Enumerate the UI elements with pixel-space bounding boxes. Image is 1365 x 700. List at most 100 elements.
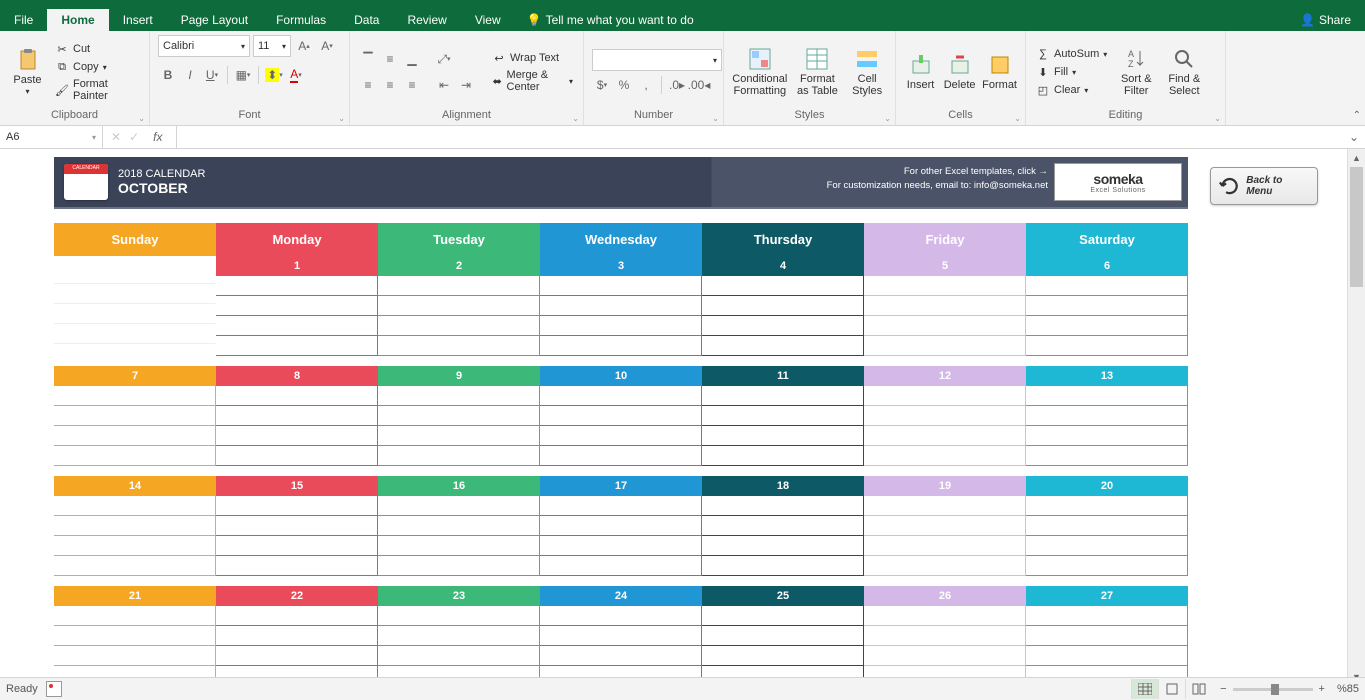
day-cell[interactable]: 4 <box>702 256 864 356</box>
macro-record-icon[interactable] <box>46 681 62 697</box>
align-right-button[interactable]: ≡ <box>402 75 422 95</box>
day-slot[interactable] <box>216 626 378 646</box>
day-slot[interactable] <box>1026 386 1188 406</box>
day-slot[interactable] <box>216 276 378 296</box>
tab-formulas[interactable]: Formulas <box>262 9 340 31</box>
day-slot[interactable] <box>1026 536 1188 556</box>
cut-button[interactable]: ✂Cut <box>53 41 141 57</box>
tab-insert[interactable]: Insert <box>109 9 167 31</box>
day-cell[interactable]: 27 <box>1026 586 1188 685</box>
day-slot[interactable] <box>54 516 216 536</box>
find-select-button[interactable]: Find & Select <box>1163 35 1205 109</box>
back-to-menu-button[interactable]: Back to Menu <box>1210 167 1318 205</box>
day-slot[interactable] <box>54 284 216 304</box>
day-slot[interactable] <box>216 646 378 666</box>
day-cell[interactable]: 2 <box>378 256 540 356</box>
day-slot[interactable] <box>702 336 864 356</box>
day-slot[interactable] <box>54 386 216 406</box>
day-cell[interactable]: 11 <box>702 366 864 466</box>
day-slot[interactable] <box>702 626 864 646</box>
day-cell[interactable]: 5 <box>864 256 1026 356</box>
day-slot[interactable] <box>540 386 702 406</box>
day-cell[interactable]: 24 <box>540 586 702 685</box>
day-cell[interactable]: 1 <box>216 256 378 356</box>
day-slot[interactable] <box>540 296 702 316</box>
conditional-formatting-button[interactable]: Conditional Formatting <box>732 35 788 109</box>
expand-formula-bar-button[interactable]: ⌄ <box>1343 130 1365 144</box>
day-slot[interactable] <box>216 536 378 556</box>
wrap-text-button[interactable]: ↩Wrap Text <box>490 50 575 66</box>
day-slot[interactable] <box>216 446 378 466</box>
day-cell[interactable]: 8 <box>216 366 378 466</box>
day-slot[interactable] <box>864 336 1026 356</box>
comma-button[interactable]: , <box>636 75 656 95</box>
tab-data[interactable]: Data <box>340 9 393 31</box>
day-slot[interactable] <box>378 556 540 576</box>
number-format-combo[interactable]: ▾ <box>592 49 722 71</box>
day-slot[interactable] <box>702 606 864 626</box>
percent-button[interactable]: % <box>614 75 634 95</box>
tab-file[interactable]: File <box>0 9 47 31</box>
decrease-indent-button[interactable]: ⇤ <box>434 75 454 95</box>
day-slot[interactable] <box>54 406 216 426</box>
day-slot[interactable] <box>864 646 1026 666</box>
day-slot[interactable] <box>540 406 702 426</box>
day-slot[interactable] <box>378 496 540 516</box>
day-slot[interactable] <box>378 336 540 356</box>
bold-button[interactable]: B <box>158 65 178 85</box>
tab-view[interactable]: View <box>461 9 515 31</box>
day-cell[interactable]: 21 <box>54 586 216 685</box>
day-slot[interactable] <box>864 516 1026 536</box>
day-cell[interactable]: 18 <box>702 476 864 576</box>
day-slot[interactable] <box>216 406 378 426</box>
grow-font-button[interactable]: A▴ <box>294 36 314 56</box>
day-slot[interactable] <box>378 276 540 296</box>
autosum-button[interactable]: ∑AutoSum▾ <box>1034 46 1109 62</box>
day-slot[interactable] <box>540 536 702 556</box>
day-slot[interactable] <box>702 386 864 406</box>
day-slot[interactable] <box>1026 316 1188 336</box>
day-slot[interactable] <box>540 516 702 536</box>
align-middle-button[interactable]: ≡ <box>380 49 400 69</box>
day-slot[interactable] <box>702 536 864 556</box>
clear-button[interactable]: ◰Clear▾ <box>1034 82 1109 98</box>
day-slot[interactable] <box>864 426 1026 446</box>
day-slot[interactable] <box>864 626 1026 646</box>
format-painter-button[interactable]: 🖌Format Painter <box>53 77 141 103</box>
day-slot[interactable] <box>216 316 378 336</box>
cell-styles-button[interactable]: Cell Styles <box>847 35 887 109</box>
day-slot[interactable] <box>216 336 378 356</box>
align-left-button[interactable]: ≡ <box>358 75 378 95</box>
day-slot[interactable] <box>702 296 864 316</box>
day-cell[interactable]: 26 <box>864 586 1026 685</box>
share-button[interactable]: 👤Share <box>1286 9 1365 31</box>
day-cell[interactable]: 15 <box>216 476 378 576</box>
day-slot[interactable] <box>702 556 864 576</box>
day-slot[interactable] <box>1026 296 1188 316</box>
day-cell[interactable]: 12 <box>864 366 1026 466</box>
fx-button[interactable]: fx <box>147 130 168 144</box>
day-slot[interactable] <box>378 626 540 646</box>
day-slot[interactable] <box>1026 336 1188 356</box>
day-slot[interactable] <box>54 496 216 516</box>
day-slot[interactable] <box>702 496 864 516</box>
day-slot[interactable] <box>54 446 216 466</box>
day-cell[interactable]: 25 <box>702 586 864 685</box>
day-slot[interactable] <box>1026 406 1188 426</box>
day-cell[interactable]: 13 <box>1026 366 1188 466</box>
day-cell[interactable]: 14 <box>54 476 216 576</box>
normal-view-button[interactable] <box>1131 679 1158 699</box>
day-slot[interactable] <box>540 316 702 336</box>
day-slot[interactable] <box>702 446 864 466</box>
day-cell[interactable]: 19 <box>864 476 1026 576</box>
scroll-up-button[interactable]: ▲ <box>1348 149 1365 166</box>
enter-formula-button[interactable]: ✓ <box>129 130 139 144</box>
day-slot[interactable] <box>540 446 702 466</box>
tell-me[interactable]: 💡Tell me what you want to do <box>515 9 706 31</box>
day-slot[interactable] <box>54 626 216 646</box>
day-slot[interactable] <box>216 296 378 316</box>
day-slot[interactable] <box>1026 556 1188 576</box>
day-slot[interactable] <box>378 646 540 666</box>
day-cell[interactable]: 16 <box>378 476 540 576</box>
day-slot[interactable] <box>864 606 1026 626</box>
